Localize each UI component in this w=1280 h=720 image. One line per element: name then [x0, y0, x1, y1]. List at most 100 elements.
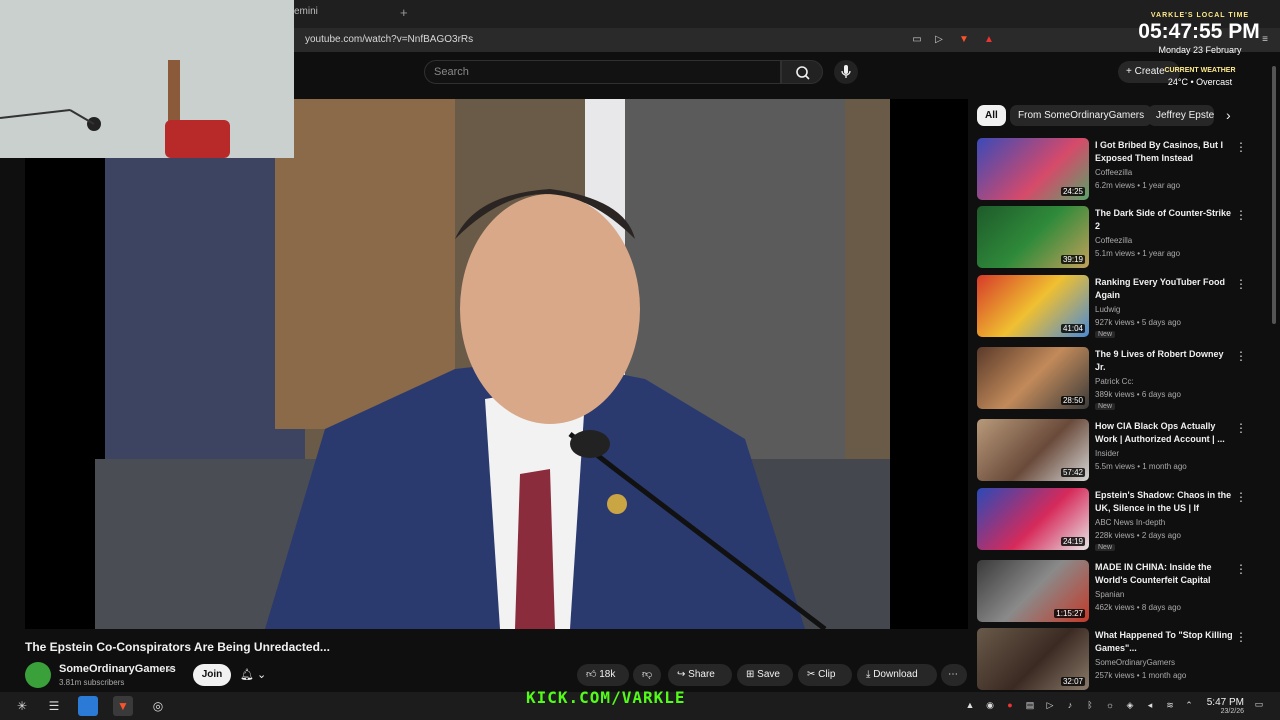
- video-thumbnail[interactable]: 28:50: [977, 347, 1089, 409]
- wifi-tray-icon[interactable]: ≋: [1165, 700, 1175, 710]
- shield-tray-icon[interactable]: ◈: [1125, 700, 1135, 710]
- speaker-tray-icon[interactable]: ◂: [1145, 700, 1155, 710]
- join-button[interactable]: Join: [193, 664, 231, 686]
- rec-channel[interactable]: Patrick Cc:: [1095, 377, 1134, 386]
- chevron-right-icon[interactable]: ›: [1226, 107, 1231, 123]
- taskbar-date[interactable]: 23/2/26: [1200, 708, 1244, 715]
- media-tray-icon[interactable]: ▷: [1045, 700, 1055, 710]
- video-thumbnail[interactable]: 32:07: [977, 628, 1089, 690]
- more-icon[interactable]: ⋮: [1235, 490, 1247, 504]
- list-item[interactable]: 32:07 What Happened To "Stop Killing Gam…: [977, 628, 1257, 692]
- video-player[interactable]: [25, 99, 968, 629]
- cast-icon[interactable]: ▭: [910, 33, 924, 47]
- video-thumbnail[interactable]: 57:42: [977, 419, 1089, 481]
- list-item[interactable]: 57:42 How CIA Black Ops Actually Work | …: [977, 419, 1257, 483]
- list-item[interactable]: 24:19 Epstein's Shadow: Chaos in the UK,…: [977, 488, 1257, 552]
- rec-meta: 462k views • 8 days ago: [1095, 603, 1181, 612]
- obs-icon[interactable]: ◎: [148, 696, 168, 716]
- chevron-up-icon[interactable]: ⌃: [1184, 700, 1194, 710]
- kick-channel-text: KICK.COM/VARKLE: [526, 688, 686, 707]
- search-input[interactable]: [424, 60, 781, 84]
- rec-meta: 6.2m views • 1 year ago: [1095, 181, 1181, 190]
- brave-shield-icon[interactable]: ▼: [957, 33, 971, 47]
- rec-meta: 389k views • 6 days ago: [1095, 390, 1181, 399]
- more-icon[interactable]: ⋮: [1235, 630, 1247, 644]
- rewards-icon[interactable]: ▲: [982, 33, 996, 47]
- chip-from-channel[interactable]: From SomeOrdinaryGamers: [1010, 105, 1153, 126]
- start-menu-icon[interactable]: ✳: [12, 696, 32, 716]
- bookmark-icon: ⊞: [746, 669, 758, 680]
- clip-button[interactable]: ✂ Clip: [798, 664, 852, 686]
- brightness-tray-icon[interactable]: ☼: [1105, 700, 1115, 710]
- video-thumbnail[interactable]: 39:19: [977, 206, 1089, 268]
- rec-title[interactable]: MADE IN CHINA: Inside the World's Counte…: [1095, 561, 1233, 587]
- rec-title[interactable]: The 9 Lives of Robert Downey Jr.: [1095, 348, 1233, 374]
- more-actions-button[interactable]: ⋯: [941, 664, 967, 686]
- search-placeholder: Search: [434, 66, 469, 78]
- url-text[interactable]: youtube.com/watch?v=NnfBAGO3rRs: [305, 34, 473, 45]
- rec-channel[interactable]: ABC News In-depth: [1095, 518, 1165, 527]
- video-thumbnail[interactable]: 24:25: [977, 138, 1089, 200]
- download-button[interactable]: ⤓ Download: [857, 664, 937, 686]
- rec-title[interactable]: The Dark Side of Counter-Strike 2: [1095, 207, 1233, 233]
- scrollbar[interactable]: [1272, 66, 1276, 324]
- video-thumbnail[interactable]: 41:04: [977, 275, 1089, 337]
- voice-search-button[interactable]: [834, 60, 858, 84]
- save-button[interactable]: ⊞ Save: [737, 664, 793, 686]
- obs-tray-icon[interactable]: ◉: [985, 700, 995, 710]
- record-tray-icon[interactable]: ●: [1005, 700, 1015, 710]
- rec-channel[interactable]: Insider: [1095, 449, 1119, 458]
- rec-channel[interactable]: Coffeezilla: [1095, 168, 1132, 177]
- rec-channel[interactable]: Coffeezilla: [1095, 236, 1132, 245]
- clock-label: VARKLE'S LOCAL TIME: [1150, 12, 1250, 19]
- show-desktop-icon[interactable]: ▭: [1254, 699, 1264, 709]
- chip-topic[interactable]: Jeffrey Epste: [1148, 105, 1214, 126]
- share-icon: ↪: [677, 669, 689, 680]
- list-item[interactable]: 1:15:27 MADE IN CHINA: Inside the World'…: [977, 560, 1257, 624]
- file-explorer-icon[interactable]: [78, 696, 98, 716]
- list-item[interactable]: 24:25 I Got Bribed By Casinos, But I Exp…: [977, 138, 1257, 202]
- chip-all[interactable]: All: [977, 105, 1006, 126]
- brave-browser-icon[interactable]: ▼: [113, 696, 133, 716]
- more-icon[interactable]: ⋮: [1235, 277, 1247, 291]
- rec-title[interactable]: I Got Bribed By Casinos, But I Exposed T…: [1095, 139, 1233, 165]
- storage-tray-icon[interactable]: ▤: [1025, 700, 1035, 710]
- rec-channel[interactable]: Spanian: [1095, 590, 1124, 599]
- rec-title[interactable]: Ranking Every YouTuber Food Again: [1095, 276, 1233, 302]
- taskbar-time[interactable]: 5:47 PM: [1200, 697, 1244, 708]
- browser-tab-gemini[interactable]: emini: [294, 6, 318, 17]
- notification-button[interactable]: 🔔︎ ⌄: [240, 664, 286, 686]
- rec-meta: 257k views • 1 month ago: [1095, 671, 1187, 680]
- dislike-button[interactable]: 👎︎: [633, 664, 661, 686]
- send-icon[interactable]: ▷: [932, 33, 946, 47]
- video-thumbnail[interactable]: 24:19: [977, 488, 1089, 550]
- more-icon[interactable]: ⋮: [1235, 421, 1247, 435]
- share-button[interactable]: ↪ Share: [668, 664, 732, 686]
- rec-title[interactable]: Epstein's Shadow: Chaos in the UK, Silen…: [1095, 489, 1233, 515]
- list-item[interactable]: 39:19 The Dark Side of Counter-Strike 2 …: [977, 206, 1257, 270]
- notification-tray-icon[interactable]: ▲: [965, 700, 975, 710]
- rec-channel[interactable]: SomeOrdinaryGamers: [1095, 658, 1175, 667]
- more-icon[interactable]: ⋮: [1235, 140, 1247, 154]
- webcam-overlay: [0, 0, 294, 158]
- more-icon[interactable]: ⋮: [1235, 562, 1247, 576]
- like-button[interactable]: 👍︎ 18k: [577, 664, 629, 686]
- video-thumbnail[interactable]: 1:15:27: [977, 560, 1089, 622]
- duration-badge: 41:04: [1060, 324, 1085, 333]
- rec-title[interactable]: What Happened To "Stop Killing Games"...: [1095, 629, 1233, 655]
- more-icon[interactable]: ⋮: [1235, 208, 1247, 222]
- list-item[interactable]: 41:04 Ranking Every YouTuber Food Again …: [977, 275, 1257, 339]
- search-button[interactable]: [781, 60, 823, 84]
- task-manager-icon[interactable]: ☰: [44, 696, 64, 716]
- channel-name[interactable]: SomeOrdinaryGamers: [59, 663, 176, 675]
- new-tab-button[interactable]: +: [400, 5, 408, 20]
- channel-avatar[interactable]: [25, 662, 51, 688]
- more-icon[interactable]: ⋮: [1235, 349, 1247, 363]
- list-item[interactable]: 28:50 The 9 Lives of Robert Downey Jr. P…: [977, 347, 1257, 411]
- volume-tray-icon[interactable]: ♪: [1065, 700, 1075, 710]
- rec-channel[interactable]: Ludwig: [1095, 305, 1120, 314]
- thumbs-up-icon: 👍︎: [586, 669, 600, 680]
- bluetooth-tray-icon[interactable]: ᛒ: [1085, 700, 1095, 710]
- rec-title[interactable]: How CIA Black Ops Actually Work | Author…: [1095, 420, 1233, 446]
- microphone-icon: [841, 65, 851, 78]
